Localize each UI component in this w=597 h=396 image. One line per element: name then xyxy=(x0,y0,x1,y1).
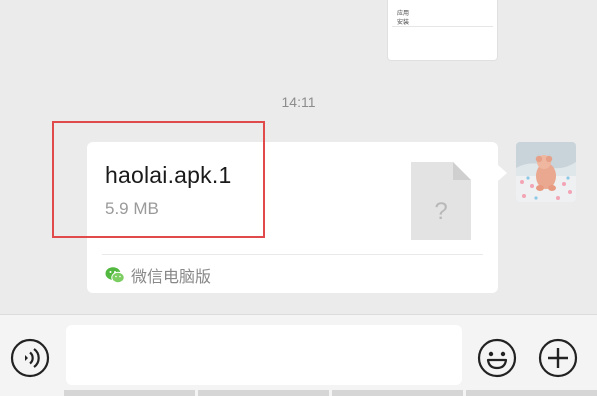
message-input-bar xyxy=(0,314,597,396)
previous-message-line: 应用 xyxy=(397,10,410,17)
chat-screen: 应用 安装 14:11 haolai.apk.1 5.9 MB ? 微信电脑版 xyxy=(0,0,597,396)
previous-message-preview: 应用 安装 xyxy=(392,1,493,27)
file-source: 微信电脑版 xyxy=(105,264,211,286)
keyboard-key-edge xyxy=(198,390,329,396)
highlight-annotation xyxy=(52,121,265,238)
message-timestamp: 14:11 xyxy=(281,94,316,110)
wechat-icon xyxy=(105,267,125,284)
voice-icon[interactable] xyxy=(10,338,50,378)
file-icon-glyph: ? xyxy=(434,198,447,225)
source-label: 微信电脑版 xyxy=(131,267,212,286)
unknown-file-icon: ? xyxy=(411,162,471,240)
plus-icon[interactable] xyxy=(538,338,578,378)
message-text-input[interactable] xyxy=(66,325,462,385)
bubble-tail xyxy=(498,165,507,181)
keyboard-key-edge xyxy=(332,390,463,396)
previous-message-line: 安装 xyxy=(397,19,410,26)
keyboard-edge xyxy=(0,390,597,396)
emoji-icon[interactable] xyxy=(477,338,517,378)
keyboard-key-edge xyxy=(64,390,195,396)
keyboard-key-edge xyxy=(466,390,597,396)
previous-image-message[interactable]: 应用 安装 xyxy=(387,0,498,61)
avatar[interactable] xyxy=(516,142,576,202)
bubble-divider xyxy=(102,254,483,255)
